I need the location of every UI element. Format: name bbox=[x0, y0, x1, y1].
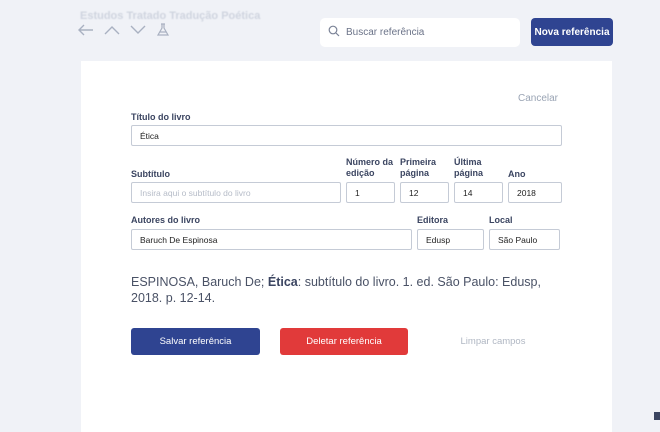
last-page-label-line1: Última bbox=[454, 157, 482, 167]
page-title: Estudos Tratado Tradução Poética bbox=[80, 10, 261, 22]
authors-label: Autores do livro bbox=[131, 215, 201, 225]
search-input[interactable] bbox=[346, 27, 506, 38]
search-icon bbox=[328, 24, 340, 42]
edition-label-line2: edição bbox=[346, 168, 375, 178]
first-page-label-line1: Primeira bbox=[400, 157, 437, 167]
back-arrow-icon[interactable] bbox=[78, 24, 94, 36]
clear-fields-button[interactable]: Limpar campos bbox=[443, 328, 543, 355]
citation-preview: ESPINOSA, Baruch De; Ética: subtítulo do… bbox=[131, 274, 571, 306]
edition-field[interactable] bbox=[346, 182, 395, 203]
publisher-field[interactable] bbox=[417, 229, 484, 250]
edition-label: Número da edição bbox=[346, 157, 393, 179]
chevron-up-icon[interactable] bbox=[104, 24, 120, 36]
citation-title: Ética bbox=[267, 275, 298, 289]
scrollbar-thumb[interactable] bbox=[654, 412, 660, 420]
last-page-field[interactable] bbox=[454, 182, 503, 203]
save-reference-button[interactable]: Salvar referência bbox=[131, 328, 260, 355]
publisher-label: Editora bbox=[417, 215, 449, 225]
first-page-label-line2: página bbox=[400, 168, 430, 178]
last-page-label-line2: página bbox=[454, 168, 484, 178]
edition-label-line1: Número da bbox=[346, 157, 394, 167]
toolbar bbox=[78, 23, 170, 37]
chevron-down-icon[interactable] bbox=[130, 24, 146, 36]
location-field[interactable] bbox=[489, 229, 560, 250]
citation-authors: ESPINOSA, Baruch De; bbox=[131, 275, 268, 289]
last-page-label: Última página bbox=[454, 157, 483, 179]
cancel-link[interactable]: Cancelar bbox=[518, 93, 558, 104]
subtitle-field[interactable] bbox=[131, 182, 341, 203]
year-label: Ano bbox=[508, 169, 526, 179]
search-box[interactable] bbox=[320, 18, 520, 47]
authors-field[interactable] bbox=[131, 229, 412, 250]
first-page-field[interactable] bbox=[400, 182, 449, 203]
location-label: Local bbox=[489, 215, 513, 225]
book-title-field[interactable] bbox=[131, 125, 562, 146]
reference-form-card: Cancelar Título do livro Subtítulo Númer… bbox=[81, 61, 612, 432]
flask-icon[interactable] bbox=[156, 23, 170, 37]
year-field[interactable] bbox=[508, 182, 562, 203]
subtitle-label: Subtítulo bbox=[131, 169, 170, 179]
first-page-label: Primeira página bbox=[400, 157, 436, 179]
new-reference-button[interactable]: Nova referência bbox=[531, 18, 613, 46]
book-title-label: Título do livro bbox=[131, 112, 191, 122]
delete-reference-button[interactable]: Deletar referência bbox=[280, 328, 408, 355]
